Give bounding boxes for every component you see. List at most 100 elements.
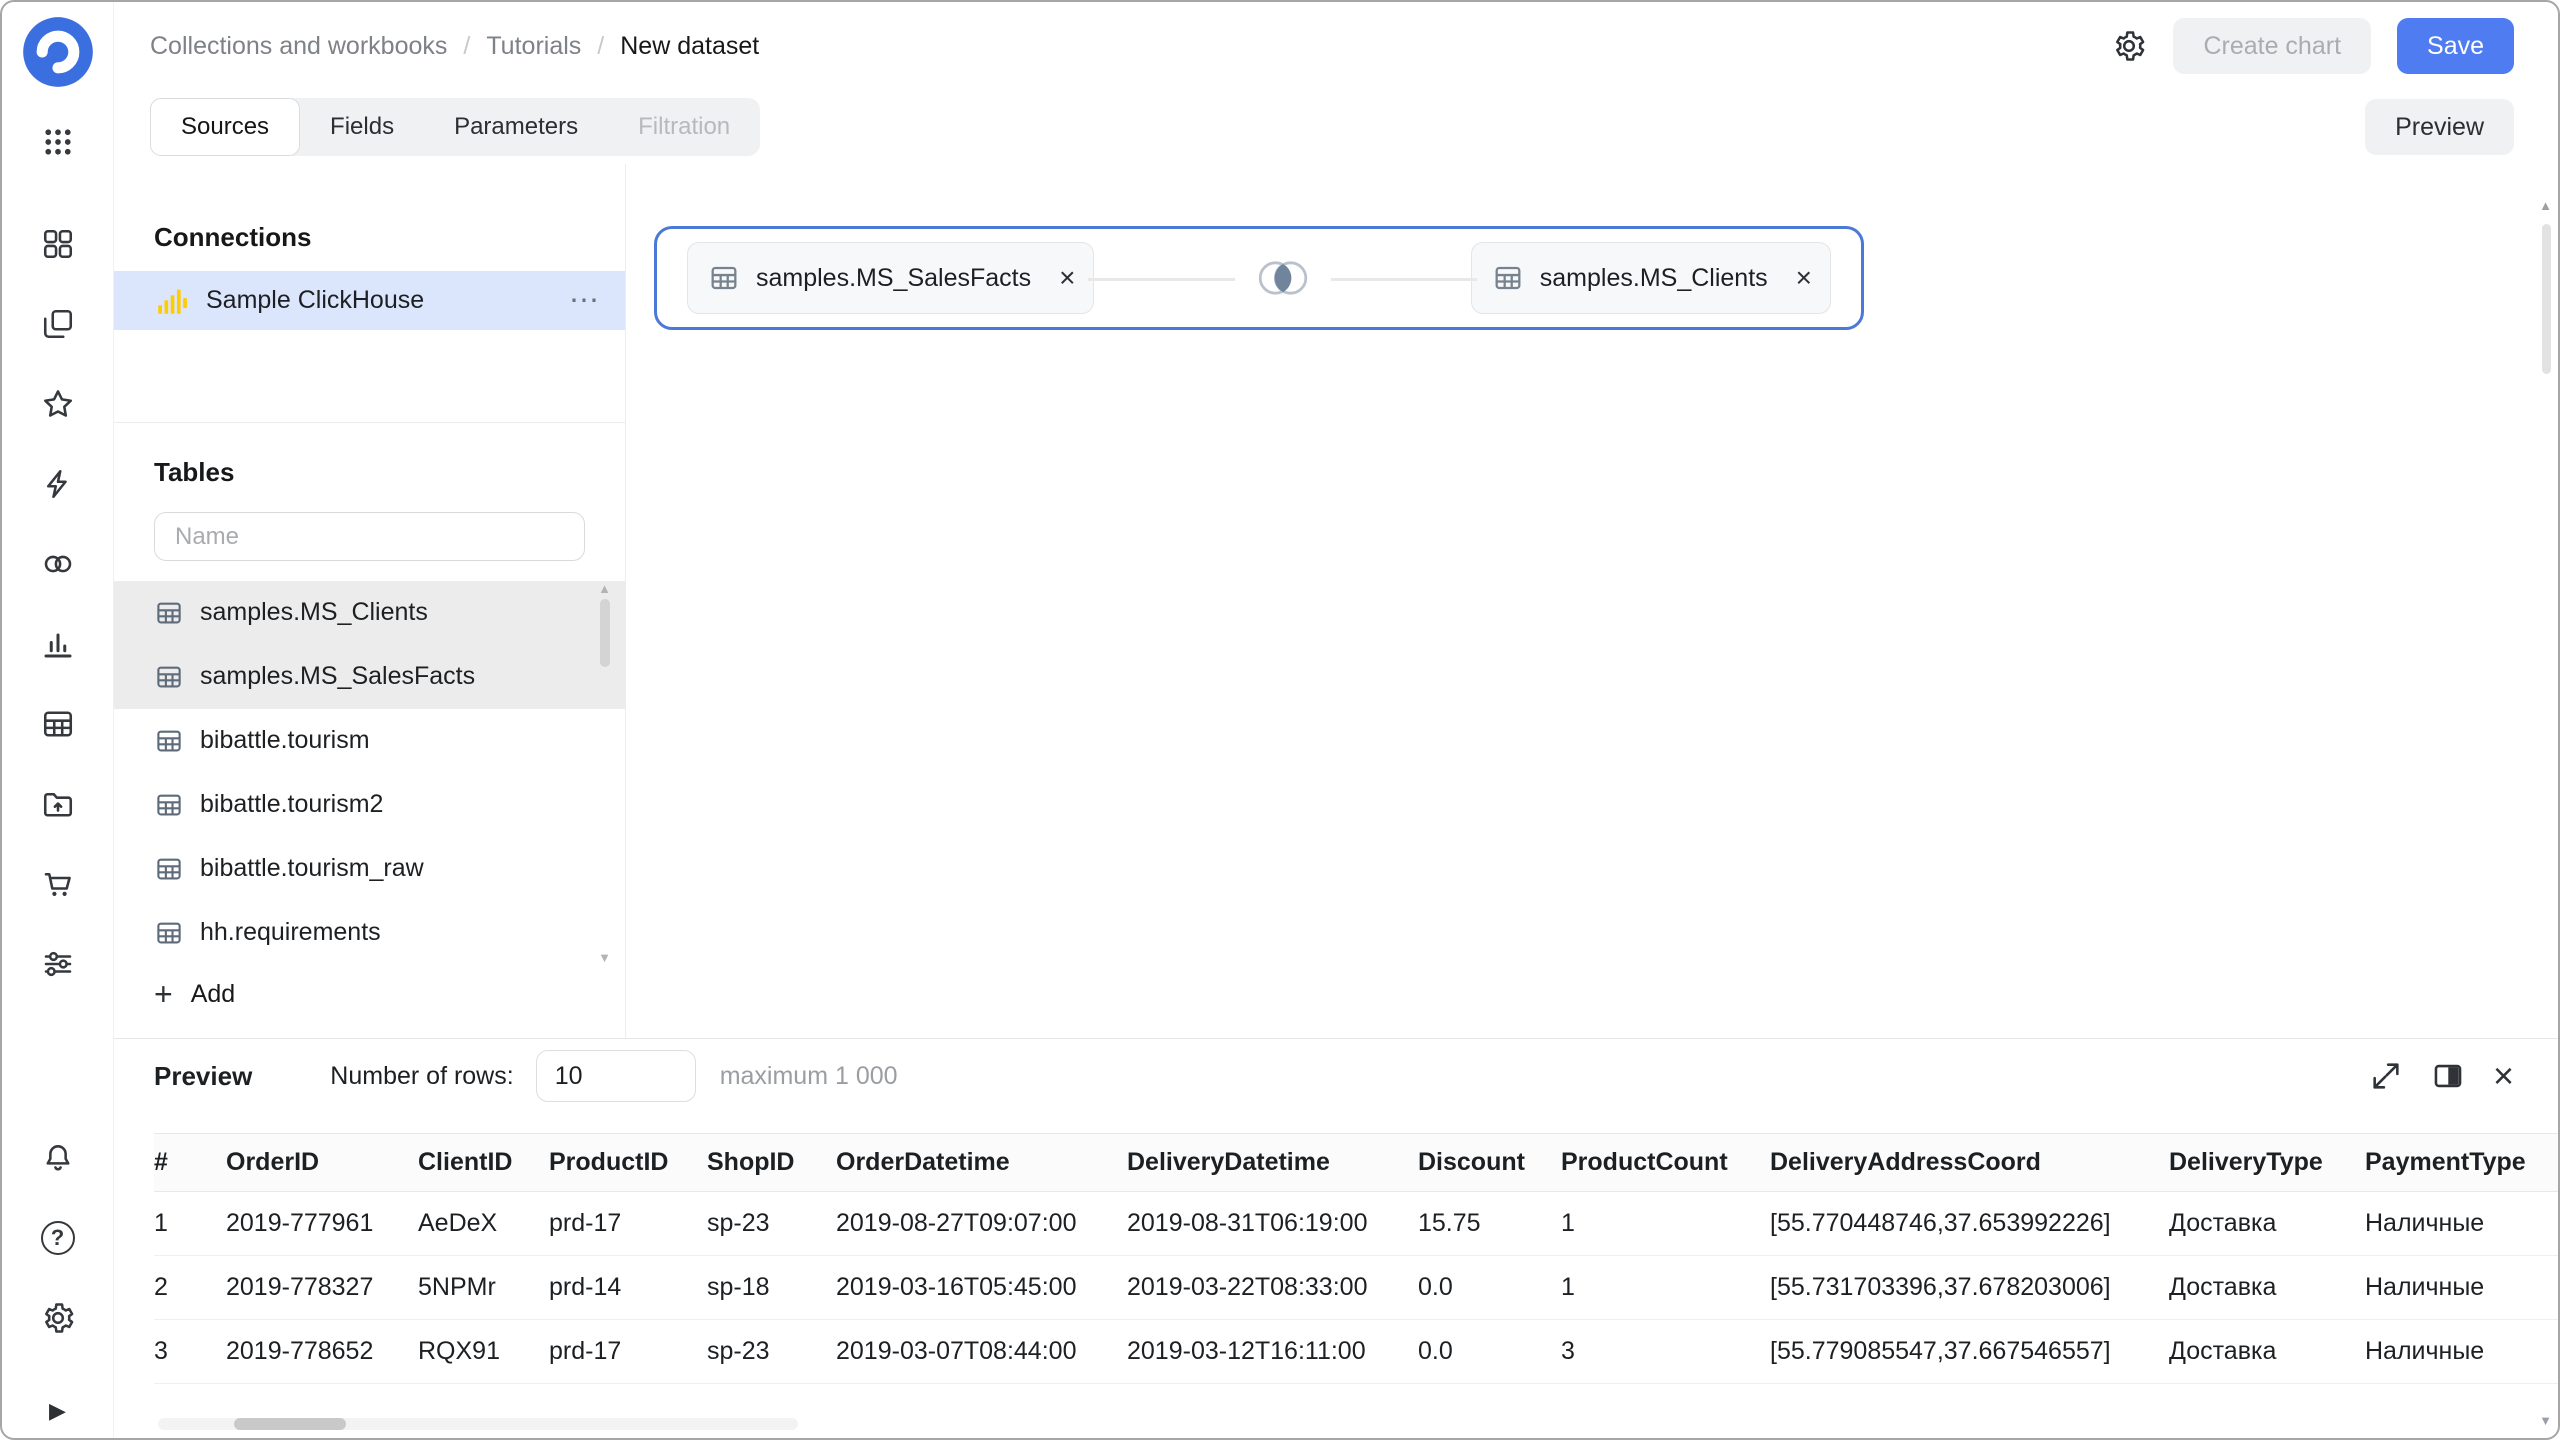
app-window: ? ▶ Collections and workbooks / Tutorial…: [0, 0, 2560, 1440]
table-name: samples.MS_Clients: [200, 598, 428, 627]
table-list-item[interactable]: samples.MS_SalesFacts: [114, 645, 625, 709]
table-row: 22019-7783275NPMrprd-14sp-182019-03-16T0…: [154, 1256, 2558, 1320]
create-chart-button: Create chart: [2173, 18, 2371, 74]
table-cell: sp-23: [707, 1192, 836, 1256]
connection-item-sample-clickhouse[interactable]: Sample ClickHouse ⋯: [114, 271, 625, 330]
table-row: 32019-778652RQX91prd-17sp-232019-03-07T0…: [154, 1320, 2558, 1384]
dashboards-icon[interactable]: [30, 216, 86, 272]
preview-actions: ×: [2369, 1058, 2514, 1094]
table-icon: [708, 262, 740, 294]
join-group: samples.MS_SalesFacts ×: [654, 226, 1864, 330]
table-cell: 2019-03-12T16:11:00: [1127, 1320, 1418, 1384]
column-header: OrderDatetime: [836, 1134, 1127, 1192]
table-cell: 3: [154, 1320, 226, 1384]
table-cell: Наличные: [2365, 1256, 2558, 1320]
table-cell: 2019-08-31T06:19:00: [1127, 1192, 1418, 1256]
table-list-item[interactable]: samples.MS_Clients: [114, 581, 625, 645]
apps-grid-icon[interactable]: [30, 114, 86, 170]
tab-filtration: Filtration: [608, 98, 760, 156]
content-area: Connections Sample: [114, 164, 2558, 1038]
preview-table-head-row: #OrderIDClientIDProductIDShopIDOrderDate…: [154, 1134, 2558, 1192]
add-table-button[interactable]: + Add: [114, 965, 625, 1024]
column-header: Discount: [1418, 1134, 1561, 1192]
marketplace-cart-icon[interactable]: [30, 856, 86, 912]
tab-sources[interactable]: Sources: [150, 98, 300, 156]
table-list-item[interactable]: bibattle.tourism2: [114, 773, 625, 837]
scrollbar-thumb[interactable]: [2542, 224, 2551, 374]
top-bar: Collections and workbooks / Tutorials / …: [114, 2, 2558, 90]
remove-table-icon[interactable]: ×: [1796, 264, 1812, 292]
breadcrumb-collections[interactable]: Collections and workbooks: [150, 32, 447, 61]
split-layout-icon[interactable]: [2431, 1059, 2465, 1093]
join-connector: [1094, 242, 1470, 314]
charts-icon[interactable]: [30, 616, 86, 672]
table-cell: prd-14: [549, 1256, 707, 1320]
table-icon: [154, 918, 184, 948]
remove-table-icon[interactable]: ×: [1059, 264, 1075, 292]
breadcrumb: Collections and workbooks / Tutorials / …: [150, 32, 759, 61]
dataset-settings-gear-icon[interactable]: [2111, 28, 2147, 64]
table-list-item[interactable]: hh.requirements: [114, 901, 625, 965]
expand-panel-icon[interactable]: ▶: [49, 1398, 66, 1424]
scrollbar-thumb[interactable]: [234, 1418, 346, 1430]
breadcrumb-tutorials[interactable]: Tutorials: [486, 32, 581, 61]
tab-fields[interactable]: Fields: [300, 98, 424, 156]
settings-gear-icon[interactable]: [30, 1290, 86, 1346]
source-table-chip-clients[interactable]: samples.MS_Clients ×: [1471, 242, 1831, 314]
app-logo-icon[interactable]: [20, 14, 96, 90]
help-icon[interactable]: ?: [30, 1210, 86, 1266]
rows-max-hint: maximum 1 000: [720, 1062, 898, 1091]
preview-header: Preview Number of rows: maximum 1 000: [114, 1039, 2558, 1113]
clickhouse-icon: [154, 284, 188, 318]
preview-toggle-button[interactable]: Preview: [2365, 99, 2514, 155]
table-cell: Доставка: [2169, 1320, 2365, 1384]
join-type-icon[interactable]: [1235, 246, 1331, 310]
chip-table-name: samples.MS_Clients: [1540, 264, 1768, 293]
close-preview-icon[interactable]: ×: [2493, 1058, 2514, 1094]
table-cell: prd-17: [549, 1192, 707, 1256]
connection-menu-ellipsis-icon[interactable]: ⋯: [569, 286, 599, 316]
scroll-up-icon[interactable]: ▲: [2539, 198, 2552, 213]
table-name: bibattle.tourism2: [200, 790, 383, 819]
table-cell: 1: [154, 1192, 226, 1256]
rail-bottom: ?: [30, 1130, 86, 1346]
join-canvas: samples.MS_SalesFacts ×: [626, 164, 2558, 1038]
table-cell: Доставка: [2169, 1256, 2365, 1320]
table-cell: [55.770448746,37.653992226]: [1770, 1192, 2169, 1256]
notifications-bell-icon[interactable]: [30, 1130, 86, 1186]
settings-sliders-icon[interactable]: [30, 936, 86, 992]
table-cell: 2: [154, 1256, 226, 1320]
column-header: PaymentType: [2365, 1134, 2558, 1192]
storage-folder-icon[interactable]: [30, 776, 86, 832]
main-area: Collections and workbooks / Tutorials / …: [114, 2, 2558, 1438]
table-cell: 0.0: [1418, 1256, 1561, 1320]
connections-bolt-icon[interactable]: [30, 456, 86, 512]
scroll-down-icon[interactable]: ▼: [598, 950, 611, 965]
datasets-table-icon[interactable]: [30, 696, 86, 752]
scrollbar-thumb[interactable]: [600, 599, 610, 667]
table-cell: Наличные: [2365, 1320, 2558, 1384]
source-table-chip-salesfacts[interactable]: samples.MS_SalesFacts ×: [687, 242, 1094, 314]
collections-icon[interactable]: [30, 296, 86, 352]
rows-count-label: Number of rows:: [330, 1062, 513, 1091]
save-button[interactable]: Save: [2397, 18, 2514, 74]
services-rings-icon[interactable]: [30, 536, 86, 592]
topbar-actions: Create chart Save: [2111, 18, 2514, 74]
expand-preview-icon[interactable]: [2369, 1059, 2403, 1093]
tab-parameters[interactable]: Parameters: [424, 98, 608, 156]
scroll-up-icon[interactable]: ▲: [598, 581, 611, 596]
scroll-down-icon[interactable]: ▼: [2539, 1413, 2552, 1428]
favorites-star-icon[interactable]: [30, 376, 86, 432]
column-header: ProductID: [549, 1134, 707, 1192]
page-title: New dataset: [620, 32, 759, 61]
column-header: DeliveryDatetime: [1127, 1134, 1418, 1192]
table-search-input[interactable]: [154, 512, 585, 560]
table-cell: 3: [1561, 1320, 1770, 1384]
connections-heading: Connections: [114, 222, 625, 253]
table-cell: AeDeX: [418, 1192, 549, 1256]
left-rail: ? ▶: [2, 2, 114, 1438]
table-list-item[interactable]: bibattle.tourism: [114, 709, 625, 773]
rows-count-input[interactable]: [536, 1050, 696, 1102]
table-cell: 2019-03-16T05:45:00: [836, 1256, 1127, 1320]
table-list-item[interactable]: bibattle.tourism_raw: [114, 837, 625, 901]
